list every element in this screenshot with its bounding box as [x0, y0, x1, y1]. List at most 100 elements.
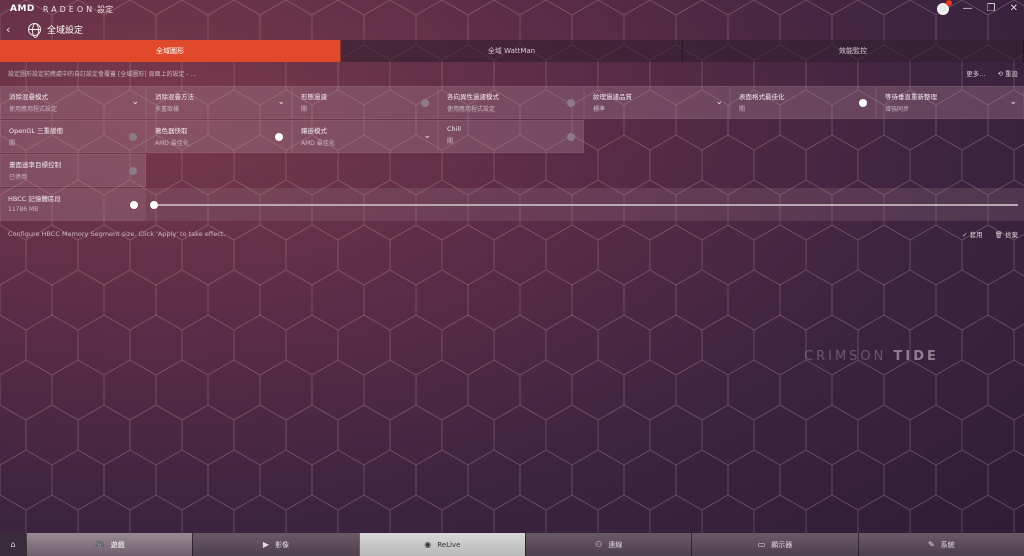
setting-anisotropic-filtering[interactable]: 各向異性過濾模式 使用應用程式設定: [438, 86, 584, 119]
close-button[interactable]: ✕: [1010, 2, 1018, 16]
more-link[interactable]: 更多...: [966, 68, 985, 78]
setting-vertical-refresh[interactable]: 等待垂直重新整理 增強同步 ⌄: [876, 86, 1024, 119]
apply-button[interactable]: ✓ 套用: [962, 229, 983, 239]
setting-name: 形態過濾: [301, 93, 327, 101]
setting-value: 增強同步: [885, 106, 910, 113]
setting-texture-filtering-quality[interactable]: 紋理過濾品質 標準 ⌄: [584, 86, 730, 119]
info-text: 設定圖形設定前應處中的自訂設定會覆蓋 [全域圖形] 頁面上的設定 - ...: [8, 71, 197, 78]
crimson-tide-watermark: CRIMSON TIDE: [804, 349, 939, 364]
toggle-switch[interactable]: [421, 99, 429, 107]
chevron-down-icon: ⌄: [1009, 97, 1017, 107]
toggle-switch[interactable]: [129, 133, 137, 141]
globe-icon: [28, 22, 41, 38]
nav-label: 系統: [940, 540, 955, 549]
apply-label: 套用: [969, 231, 983, 239]
toggle-switch[interactable]: [275, 133, 283, 141]
nav-relive[interactable]: ◉ ReLive: [358, 533, 525, 556]
setting-shader-cache[interactable]: 著色器快取 AMD 最佳化: [146, 120, 292, 153]
setting-name: HBCC 記憶體區段: [8, 195, 61, 203]
tab-bar: 全域圖形 全域 WattMan 效能監控: [0, 40, 1024, 62]
reset-button[interactable]: ⟲ 重設: [997, 68, 1018, 78]
minimize-button[interactable]: —: [963, 2, 973, 16]
trash-icon: 🗑: [994, 231, 1005, 239]
slider-handle[interactable]: [150, 201, 158, 209]
relive-icon: ◉: [424, 540, 432, 549]
setting-name: 表面格式最佳化: [739, 93, 785, 101]
nav-label: 影像: [275, 540, 290, 549]
nav-label: ReLive: [437, 540, 461, 549]
home-button[interactable]: ⌂: [0, 533, 26, 556]
hbcc-slider[interactable]: [146, 188, 1024, 221]
setting-opengl-triple-buffering[interactable]: OpenGL 三重緩衝 關: [0, 120, 146, 153]
chevron-down-icon: ⌄: [277, 97, 285, 107]
setting-name: 鑲嵌模式: [301, 127, 327, 135]
setting-value: 標準: [593, 106, 606, 113]
setting-name: 各向異性過濾模式: [447, 93, 499, 101]
setting-value: 使用應用程式設定: [9, 106, 58, 113]
window-controls: ⚙ — ❐ ✕: [936, 0, 1018, 16]
slider-track[interactable]: [154, 204, 1018, 206]
nav-system[interactable]: ✎ 系統: [857, 533, 1024, 556]
notification-icon[interactable]: ⚙: [936, 0, 952, 15]
tab-global-wattman[interactable]: 全域 WattMan: [341, 40, 683, 62]
setting-surface-format-optimization[interactable]: 表面格式最佳化 開: [730, 86, 876, 119]
amd-logo: AMD: [10, 4, 35, 14]
nav-label: 遊戲: [110, 540, 125, 549]
restore-button[interactable]: ❐: [987, 2, 996, 16]
setting-chill[interactable]: Chill 關: [438, 120, 584, 153]
tab-global-graphics[interactable]: 全域圖形: [0, 40, 341, 62]
page-header: ‹ 全域設定: [0, 19, 83, 39]
setting-name: Chill: [447, 125, 462, 133]
setting-value: 多重取樣: [155, 106, 180, 113]
nav-label: 連線: [608, 540, 623, 549]
nav-connect[interactable]: ⚇ 連線: [524, 533, 692, 556]
discard-button[interactable]: 🗑 捨棄: [995, 229, 1018, 239]
back-button[interactable]: ‹: [6, 23, 20, 36]
app-title-suffix: 設定: [97, 4, 114, 14]
setting-value: AMD 最佳化: [155, 140, 189, 147]
setting-morphological-filtering[interactable]: 形態過濾 關: [292, 86, 438, 119]
setting-value: 關: [9, 140, 16, 147]
setting-value: 開: [739, 106, 746, 113]
setting-value: 已停用: [9, 174, 28, 181]
setting-frame-rate-target-control[interactable]: 畫面速率目標控制 已停用: [0, 154, 146, 187]
reset-icon: ⟲: [997, 70, 1005, 78]
top-actions: 更多... ⟲ 重設: [966, 68, 1018, 78]
setting-hbcc-memory-segment[interactable]: HBCC 記憶體區段 11786 MB: [0, 188, 146, 221]
setting-tessellation-mode[interactable]: 鑲嵌模式 AMD 最佳化 ⌄: [292, 120, 438, 153]
discard-label: 捨棄: [1005, 231, 1018, 239]
hbcc-description: Configure HBCC Memory Segment size. Clic…: [8, 230, 226, 238]
reset-label: 重設: [1005, 70, 1018, 78]
monitor-icon: ▭: [757, 540, 766, 549]
setting-name: 等待垂直重新整理: [885, 93, 937, 101]
wrench-icon: ✎: [927, 540, 935, 549]
chevron-down-icon: ⌄: [131, 97, 139, 107]
toggle-switch[interactable]: [129, 167, 137, 175]
toggle-switch[interactable]: [130, 201, 138, 209]
setting-name: 畫面速率目標控制: [9, 161, 61, 169]
bottom-actions: ✓ 套用 🗑 捨棄: [962, 229, 1018, 239]
setting-value: 關: [301, 106, 308, 113]
chevron-down-icon: ⌄: [715, 97, 723, 107]
watermark-right: TIDE: [893, 349, 939, 364]
setting-name: OpenGL 三重緩衝: [9, 127, 64, 135]
nav-video[interactable]: ▶ 影像: [192, 533, 359, 556]
nav-gaming[interactable]: 🎮 遊戲: [26, 533, 193, 556]
connect-icon: ⚇: [595, 540, 603, 549]
toggle-switch[interactable]: [859, 99, 867, 107]
toggle-switch[interactable]: [567, 99, 575, 107]
page-title: 全域設定: [47, 25, 84, 36]
chevron-down-icon: ⌄: [423, 131, 431, 141]
setting-name: 消除混疊模式: [9, 93, 48, 101]
tab-performance-monitor[interactable]: 效能監控: [683, 40, 1024, 62]
title-bar: AMD RADEON 設定 ⚙ — ❐ ✕: [0, 0, 1024, 18]
nav-display[interactable]: ▭ 顯示器: [691, 533, 858, 556]
hexagon-background: [0, 0, 1024, 556]
gamepad-icon: 🎮: [94, 540, 105, 549]
watermark-left: CRIMSON: [804, 349, 887, 364]
setting-name: 消除混疊方法: [155, 93, 194, 101]
setting-antialiasing-mode[interactable]: 消除混疊模式 使用應用程式設定 ⌄: [0, 86, 146, 119]
toggle-switch[interactable]: [567, 133, 575, 141]
home-icon: ⌂: [10, 540, 16, 549]
setting-antialiasing-method[interactable]: 消除混疊方法 多重取樣 ⌄: [146, 86, 292, 119]
